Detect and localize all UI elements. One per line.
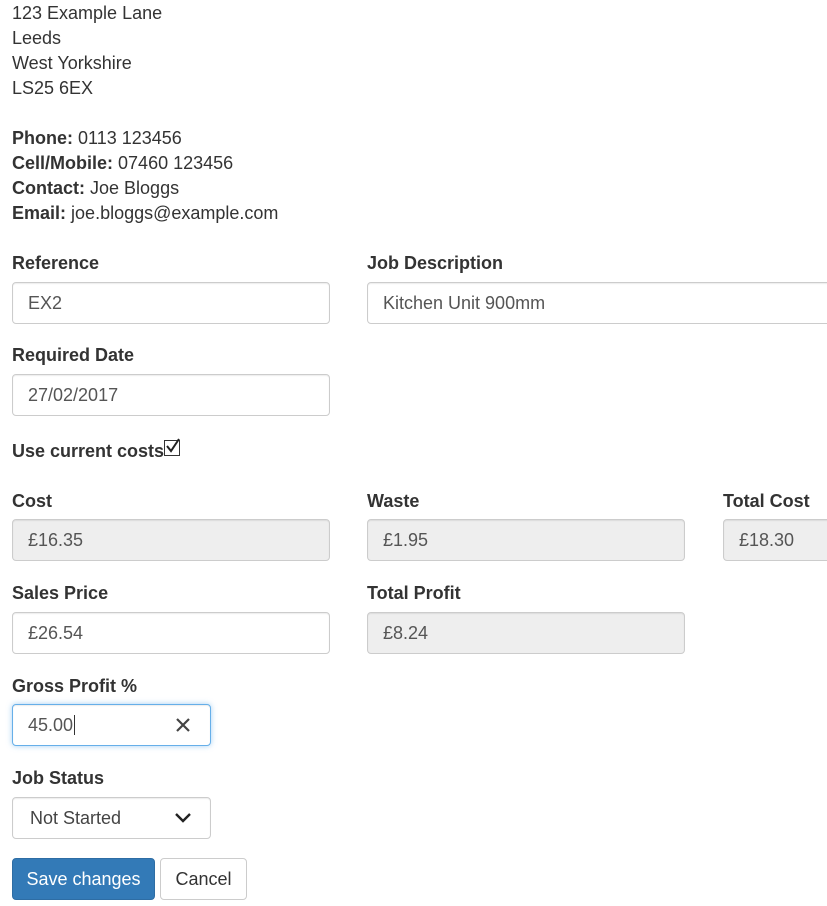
phone-value: 0113 123456	[78, 128, 182, 148]
total-cost-input: £18.30	[723, 519, 827, 561]
cost-label: Cost	[12, 491, 52, 511]
total-profit-label: Total Profit	[367, 583, 461, 603]
checkmark-icon	[166, 438, 180, 453]
job-description-label: Job Description	[367, 253, 504, 273]
phone-label: Phone:	[12, 128, 73, 148]
email-value: joe.bloggs@example.com	[71, 203, 279, 223]
use-current-costs-checkbox[interactable]	[164, 438, 180, 456]
address-block: 123 Example Lane Leeds West Yorkshire LS…	[12, 1, 162, 101]
mobile-row: Cell/Mobile: 07460 123456	[12, 151, 278, 176]
total-cost-label: Total Cost	[723, 491, 810, 511]
gross-profit-input[interactable]: 45.00	[12, 704, 211, 746]
address-line-2: Leeds	[12, 28, 62, 48]
waste-label: Waste	[367, 491, 420, 511]
job-form-page: 123 Example Lane Leeds West Yorkshire LS…	[0, 0, 827, 906]
job-description-input[interactable]: Kitchen Unit 900mm	[367, 282, 827, 324]
use-current-costs-label: Use current costs	[12, 441, 165, 461]
total-profit-input: £8.24	[367, 612, 685, 654]
gross-profit-label: Gross Profit %	[12, 676, 138, 696]
gross-profit-value: 45.00	[28, 715, 74, 735]
email-label: Email:	[12, 203, 67, 223]
chevron-down-icon	[175, 813, 191, 823]
job-description-value: Kitchen Unit 900mm	[383, 293, 546, 313]
waste-value: £1.95	[383, 530, 429, 550]
waste-input: £1.95	[367, 519, 685, 561]
job-status-label: Job Status	[12, 768, 105, 788]
contact-block: Phone: 0113 123456 Cell/Mobile: 07460 12…	[12, 126, 278, 226]
mobile-value: 07460 123456	[118, 153, 234, 173]
job-status-value: Not Started	[30, 808, 122, 828]
phone-row: Phone: 0113 123456	[12, 126, 278, 151]
sales-price-value: £26.54	[28, 623, 84, 643]
required-date-value: 27/02/2017	[28, 385, 119, 405]
total-cost-value: £18.30	[739, 530, 795, 550]
cancel-button[interactable]: Cancel	[160, 858, 247, 900]
mobile-label: Cell/Mobile:	[12, 153, 114, 173]
total-profit-value: £8.24	[383, 623, 429, 643]
reference-label: Reference	[12, 253, 100, 273]
text-caret	[74, 715, 76, 736]
address-line-1: 123 Example Lane	[12, 3, 163, 23]
sales-price-input[interactable]: £26.54	[12, 612, 330, 654]
address-line-4: LS25 6EX	[12, 78, 94, 98]
save-button[interactable]: Save changes	[12, 858, 155, 900]
email-row: Email: joe.bloggs@example.com	[12, 201, 278, 226]
reference-input[interactable]: EX2	[12, 282, 330, 324]
reference-value: EX2	[28, 293, 63, 313]
contact-row: Contact: Joe Bloggs	[12, 176, 278, 201]
contact-label: Contact:	[12, 178, 85, 198]
cost-input: £16.35	[12, 519, 330, 561]
close-icon[interactable]	[174, 716, 192, 734]
required-date-input[interactable]: 27/02/2017	[12, 374, 330, 416]
contact-name: Joe Bloggs	[90, 178, 180, 198]
address-line-3: West Yorkshire	[12, 53, 132, 73]
sales-price-label: Sales Price	[12, 583, 109, 603]
required-date-label: Required Date	[12, 345, 135, 365]
cost-value: £16.35	[28, 530, 84, 550]
job-status-select[interactable]: Not Started	[12, 797, 211, 839]
